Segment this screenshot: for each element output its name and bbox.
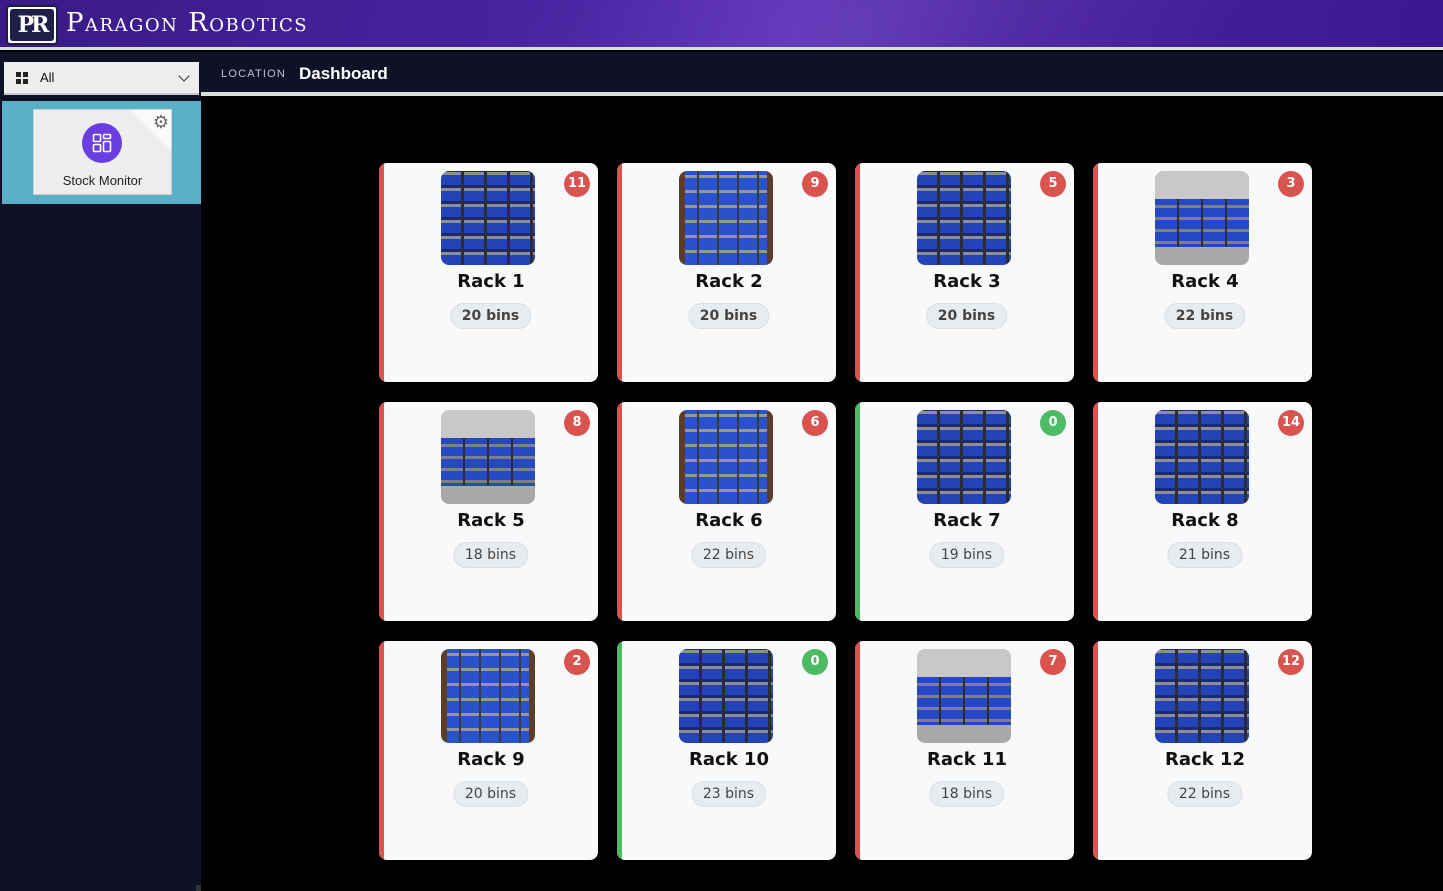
rack-card[interactable]: 14 Rack 8 21 bins	[1093, 402, 1312, 621]
rack-name: Rack 11	[927, 749, 1007, 770]
rack-card[interactable]: 8 Rack 5 18 bins	[379, 402, 598, 621]
rack-card[interactable]: 6 Rack 6 22 bins	[617, 402, 836, 621]
header-sheen	[485, 0, 1255, 50]
rack-name: Rack 10	[689, 749, 769, 770]
bin-count-pill: 22 bins	[1166, 781, 1243, 807]
bin-count-pill: 18 bins	[928, 781, 1005, 807]
location-bar: LOCATION Dashboard	[201, 52, 1443, 96]
bin-count-pill: 23 bins	[690, 781, 767, 807]
bin-count-pill: 21 bins	[1166, 542, 1243, 568]
app-filter-select[interactable]: All	[4, 62, 199, 95]
rack-card[interactable]: 12 Rack 12 22 bins	[1093, 641, 1312, 860]
rack-name: Rack 1	[457, 271, 525, 292]
rack-thumbnail	[917, 410, 1011, 504]
rack-name: Rack 2	[695, 271, 763, 292]
alert-count-badge: 6	[802, 410, 828, 436]
rack-thumbnail	[1155, 649, 1249, 743]
brand-logo[interactable]: PR	[6, 5, 58, 45]
rack-card[interactable]: 2 Rack 9 20 bins	[379, 641, 598, 860]
bin-count-pill: 20 bins	[687, 303, 770, 329]
rack-card[interactable]: 11 Rack 1 20 bins	[379, 163, 598, 382]
rack-card[interactable]: 3 Rack 4 22 bins	[1093, 163, 1312, 382]
rack-thumbnail	[441, 649, 535, 743]
rack-thumbnail	[917, 171, 1011, 265]
app-list: Stock Monitor ⚙	[2, 101, 201, 204]
chevron-down-icon	[178, 70, 190, 82]
rack-thumbnail	[917, 649, 1011, 743]
location-value: Dashboard	[299, 64, 388, 83]
dashboard-icon	[82, 123, 122, 163]
app-tile-stock-monitor[interactable]: Stock Monitor ⚙	[33, 109, 172, 195]
alert-count-badge: 2	[564, 649, 590, 675]
rack-name: Rack 7	[933, 510, 1001, 531]
grid-icon	[16, 71, 28, 84]
alert-count-badge: 0	[1040, 410, 1066, 436]
alert-count-badge: 9	[802, 171, 828, 197]
brand-name: Paragon Robotics	[66, 8, 309, 38]
bin-count-pill: 19 bins	[928, 542, 1005, 568]
alert-count-badge: 14	[1278, 410, 1304, 436]
bin-count-pill: 22 bins	[1163, 303, 1246, 329]
alert-count-badge: 5	[1040, 171, 1066, 197]
rack-thumbnail	[1155, 410, 1249, 504]
rack-name: Rack 5	[457, 510, 525, 531]
rack-name: Rack 8	[1171, 510, 1239, 531]
alert-count-badge: 3	[1278, 171, 1304, 197]
alert-count-badge: 12	[1278, 649, 1304, 675]
rack-name: Rack 4	[1171, 271, 1239, 292]
app-filter-value: All	[40, 70, 55, 85]
rack-thumbnail	[679, 171, 773, 265]
app-tile-label: Stock Monitor	[62, 173, 143, 188]
rack-thumbnail	[1155, 171, 1249, 265]
brand-logo-mark: PR	[10, 9, 54, 41]
rack-name: Rack 3	[933, 271, 1001, 292]
rack-name: Rack 9	[457, 749, 525, 770]
rack-card[interactable]: 0 Rack 10 23 bins	[617, 641, 836, 860]
rack-thumbnail	[679, 410, 773, 504]
alert-count-badge: 8	[564, 410, 590, 436]
bin-count-pill: 22 bins	[690, 542, 767, 568]
rack-name: Rack 6	[695, 510, 763, 531]
alert-count-badge: 11	[564, 171, 590, 197]
top-bar: PR Paragon Robotics	[0, 0, 1443, 50]
rack-thumbnail	[441, 171, 535, 265]
bin-count-pill: 20 bins	[449, 303, 532, 329]
rack-card[interactable]: 0 Rack 7 19 bins	[855, 402, 1074, 621]
sidebar: All Stock Monitor ⚙	[0, 52, 201, 891]
rack-card[interactable]: 9 Rack 2 20 bins	[617, 163, 836, 382]
alert-count-badge: 7	[1040, 649, 1066, 675]
bin-count-pill: 18 bins	[452, 542, 529, 568]
alert-count-badge: 0	[802, 649, 828, 675]
gear-icon[interactable]: ⚙	[153, 114, 169, 132]
rack-name: Rack 12	[1165, 749, 1245, 770]
rack-thumbnail	[441, 410, 535, 504]
location-label: LOCATION	[221, 68, 287, 80]
bin-count-pill: 20 bins	[925, 303, 1008, 329]
main-content: 11 Rack 1 20 bins 9 Rack 2 20 bins 5 Rack 3 20 b…	[201, 100, 1443, 891]
rack-card[interactable]: 7 Rack 11 18 bins	[855, 641, 1074, 860]
bin-count-pill: 20 bins	[452, 781, 529, 807]
brand-logo-text: PR	[17, 12, 50, 38]
rack-thumbnail	[679, 649, 773, 743]
rack-card[interactable]: 5 Rack 3 20 bins	[855, 163, 1074, 382]
